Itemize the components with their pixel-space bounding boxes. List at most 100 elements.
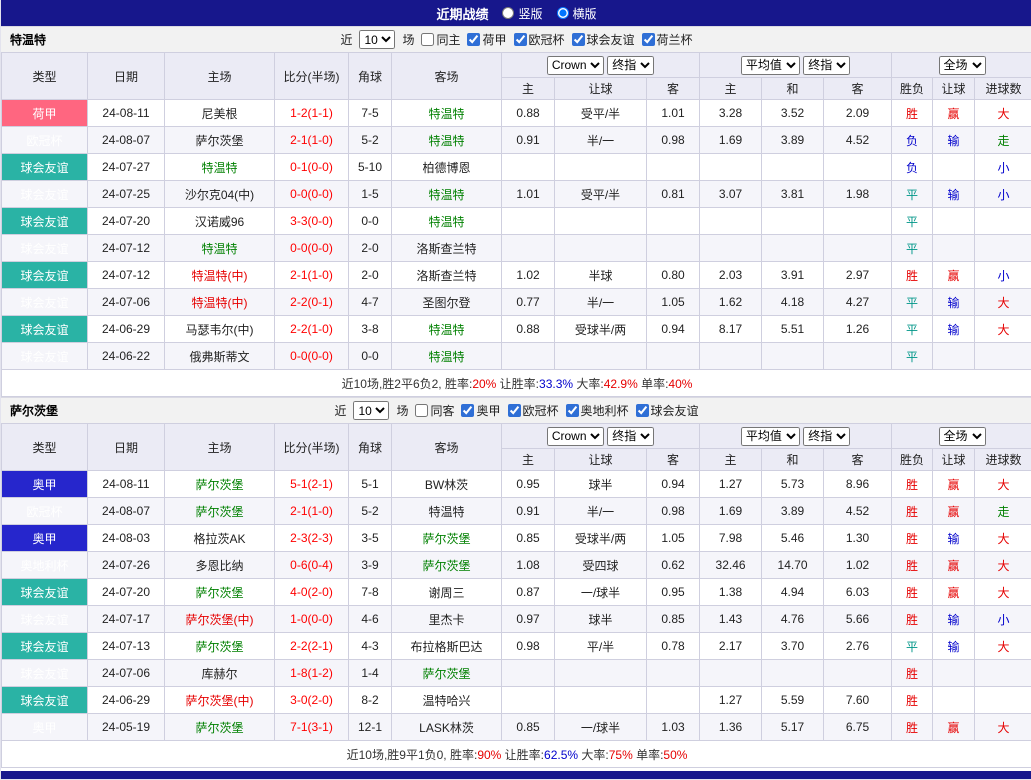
league-checkbox[interactable] xyxy=(508,404,521,417)
odds-time-select[interactable]: 终指 xyxy=(607,56,654,75)
away-team[interactable]: 里杰卡 xyxy=(392,606,502,633)
home-team[interactable]: 汉诺威96 xyxy=(165,208,275,235)
away-team[interactable]: 洛斯查兰特 xyxy=(392,262,502,289)
away-team[interactable]: 特温特 xyxy=(392,208,502,235)
home-team[interactable]: 萨尔茨堡 xyxy=(165,579,275,606)
away-team[interactable]: 特温特 xyxy=(392,100,502,127)
league-filter[interactable]: 奥甲 xyxy=(461,402,500,419)
home-team[interactable]: 沙尔克04(中) xyxy=(165,181,275,208)
home-team[interactable]: 库赫尔 xyxy=(165,660,275,687)
layout-vertical-option[interactable]: 竖版 xyxy=(502,5,542,22)
score[interactable]: 0-1(0-0) xyxy=(275,154,349,181)
same-side-filter[interactable]: 同客 xyxy=(415,402,454,419)
score[interactable]: 1-8(1-2) xyxy=(275,660,349,687)
away-team[interactable]: 萨尔茨堡 xyxy=(392,660,502,687)
away-team[interactable]: LASK林茨 xyxy=(392,714,502,741)
avg-time-select[interactable]: 终指 xyxy=(803,56,850,75)
match-count-select[interactable]: 10 xyxy=(359,30,395,49)
score[interactable]: 3-3(0-0) xyxy=(275,208,349,235)
away-team[interactable]: 特温特 xyxy=(392,498,502,525)
home-team[interactable]: 萨尔茨堡(中) xyxy=(165,687,275,714)
score[interactable]: 2-1(1-0) xyxy=(275,127,349,154)
home-team[interactable]: 萨尔茨堡 xyxy=(165,498,275,525)
league-checkbox[interactable] xyxy=(461,404,474,417)
score[interactable]: 4-0(2-0) xyxy=(275,579,349,606)
match-count-select[interactable]: 10 xyxy=(353,401,389,420)
layout-vertical-radio[interactable] xyxy=(502,7,514,19)
odds-source-select[interactable]: Crown xyxy=(547,427,604,446)
score[interactable]: 3-0(2-0) xyxy=(275,687,349,714)
score[interactable]: 7-1(3-1) xyxy=(275,714,349,741)
away-team[interactable]: 特温特 xyxy=(392,181,502,208)
avg-away xyxy=(824,154,892,181)
home-team[interactable]: 马瑟韦尔(中) xyxy=(165,316,275,343)
away-team[interactable]: 谢周三 xyxy=(392,579,502,606)
score[interactable]: 0-0(0-0) xyxy=(275,343,349,370)
score[interactable]: 2-2(0-1) xyxy=(275,289,349,316)
score[interactable]: 2-1(1-0) xyxy=(275,498,349,525)
avg-source-select[interactable]: 平均值 xyxy=(741,56,800,75)
away-team[interactable]: 萨尔茨堡 xyxy=(392,552,502,579)
away-team[interactable]: 温特哈兴 xyxy=(392,687,502,714)
score[interactable]: 0-0(0-0) xyxy=(275,181,349,208)
away-team[interactable]: 萨尔茨堡 xyxy=(392,525,502,552)
score[interactable]: 2-2(1-0) xyxy=(275,316,349,343)
same-side-filter[interactable]: 同主 xyxy=(421,31,460,48)
away-team[interactable]: 布拉格斯巴达 xyxy=(392,633,502,660)
league-filter[interactable]: 荷兰杯 xyxy=(642,31,693,48)
league-checkbox[interactable] xyxy=(467,33,480,46)
league-checkbox[interactable] xyxy=(636,404,649,417)
score[interactable]: 0-6(0-4) xyxy=(275,552,349,579)
league-filter[interactable]: 球会友谊 xyxy=(636,402,699,419)
home-team[interactable]: 萨尔茨堡 xyxy=(165,714,275,741)
score[interactable]: 0-0(0-0) xyxy=(275,235,349,262)
scope-select[interactable]: 全场 xyxy=(939,56,986,75)
score[interactable]: 1-2(1-1) xyxy=(275,100,349,127)
same-side-checkbox[interactable] xyxy=(421,33,434,46)
score[interactable]: 2-1(1-0) xyxy=(275,262,349,289)
league-filter[interactable]: 奥地利杯 xyxy=(566,402,629,419)
odds-time-select[interactable]: 终指 xyxy=(607,427,654,446)
home-team[interactable]: 特温特 xyxy=(165,235,275,262)
league-filter[interactable]: 欧冠杯 xyxy=(508,402,559,419)
home-team[interactable]: 多恩比纳 xyxy=(165,552,275,579)
league-filter[interactable]: 欧冠杯 xyxy=(514,31,565,48)
avg-away: 1.30 xyxy=(824,525,892,552)
league-checkbox[interactable] xyxy=(642,33,655,46)
scope-select[interactable]: 全场 xyxy=(939,427,986,446)
match-type-badge: 球会友谊 xyxy=(2,316,88,343)
home-team[interactable]: 特温特(中) xyxy=(165,262,275,289)
away-team[interactable]: 圣图尔登 xyxy=(392,289,502,316)
league-checkbox[interactable] xyxy=(514,33,527,46)
home-team[interactable]: 萨尔茨堡(中) xyxy=(165,606,275,633)
away-team[interactable]: 柏德博恩 xyxy=(392,154,502,181)
odds-source-select[interactable]: Crown xyxy=(547,56,604,75)
league-filter[interactable]: 荷甲 xyxy=(467,31,506,48)
score[interactable]: 2-2(2-1) xyxy=(275,633,349,660)
home-team[interactable]: 萨尔茨堡 xyxy=(165,471,275,498)
score[interactable]: 5-1(2-1) xyxy=(275,471,349,498)
away-team[interactable]: 洛斯查兰特 xyxy=(392,235,502,262)
layout-horizontal-radio[interactable] xyxy=(557,7,569,19)
home-team[interactable]: 萨尔茨堡 xyxy=(165,633,275,660)
home-team[interactable]: 尼美根 xyxy=(165,100,275,127)
away-team[interactable]: 特温特 xyxy=(392,316,502,343)
home-team[interactable]: 俄弗斯蒂文 xyxy=(165,343,275,370)
home-team[interactable]: 特温特(中) xyxy=(165,289,275,316)
away-team[interactable]: BW林茨 xyxy=(392,471,502,498)
same-side-checkbox[interactable] xyxy=(415,404,428,417)
avg-source-select[interactable]: 平均值 xyxy=(741,427,800,446)
score[interactable]: 2-3(2-3) xyxy=(275,525,349,552)
home-team[interactable]: 格拉茨AK xyxy=(165,525,275,552)
score[interactable]: 1-0(0-0) xyxy=(275,606,349,633)
away-team[interactable]: 特温特 xyxy=(392,343,502,370)
league-filter[interactable]: 球会友谊 xyxy=(572,31,635,48)
home-team[interactable]: 萨尔茨堡 xyxy=(165,127,275,154)
league-checkbox[interactable] xyxy=(566,404,579,417)
avg-time-select[interactable]: 终指 xyxy=(803,427,850,446)
league-checkbox[interactable] xyxy=(572,33,585,46)
col-header-date: 日期 xyxy=(88,424,165,471)
away-team[interactable]: 特温特 xyxy=(392,127,502,154)
layout-horizontal-option[interactable]: 横版 xyxy=(557,5,597,22)
home-team[interactable]: 特温特 xyxy=(165,154,275,181)
